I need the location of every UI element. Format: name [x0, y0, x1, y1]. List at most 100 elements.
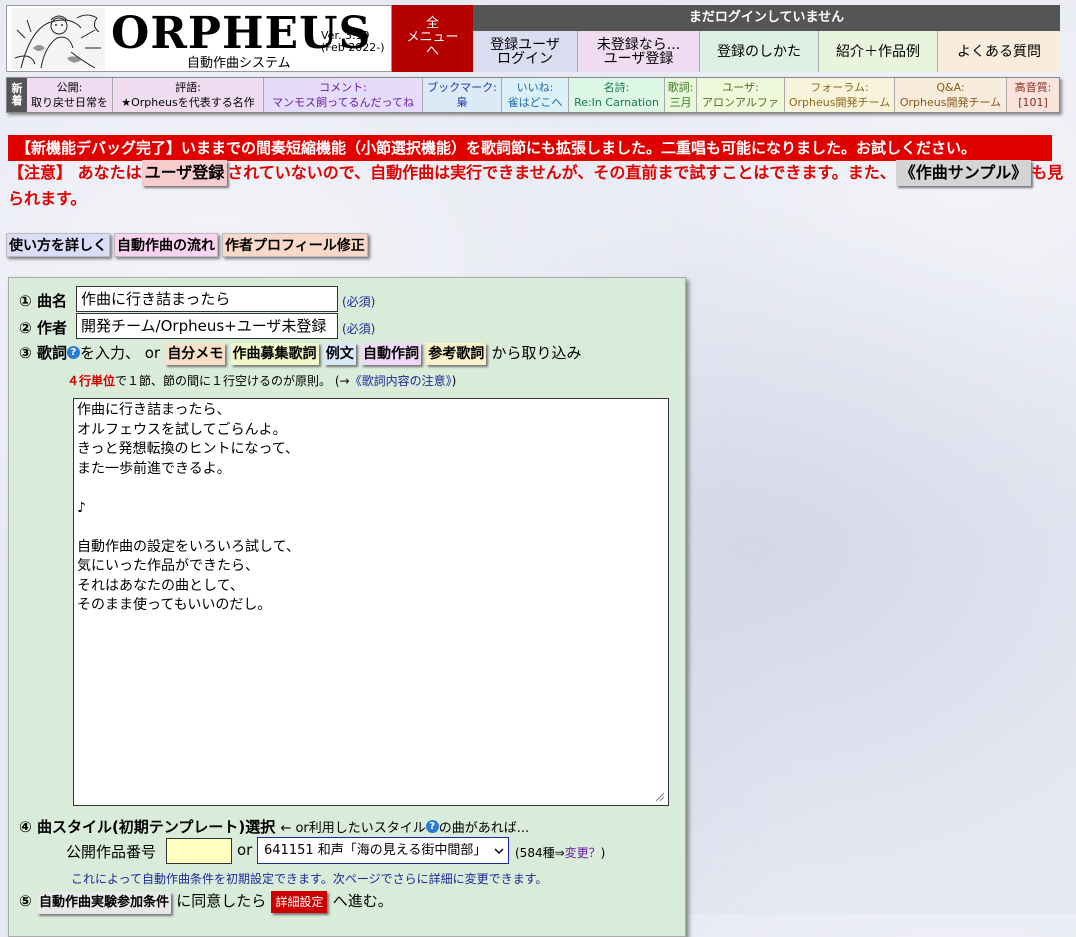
public-number-input[interactable]: [166, 838, 232, 864]
lyrics-row: ③ 歌詞? を入力、 or 自分メモ 作曲募集歌詞 例文 自動作詞 参考歌詞 から…: [19, 342, 582, 365]
nav-item-hq[interactable]: 高音質: [101]: [1007, 78, 1059, 112]
or-label: or: [237, 841, 253, 859]
nav-item-forum[interactable]: フォーラム: Orpheus開発チーム: [785, 78, 895, 112]
logo-subtitle: 自動作曲システム: [187, 56, 291, 71]
detail-settings-button[interactable]: 詳細設定: [271, 891, 328, 913]
nav-item-head: Q&A:: [936, 81, 965, 94]
help-buttons: 使い方を詳しく 自動作曲の流れ 作者プロフィール修正: [6, 233, 368, 257]
lyrics-label: 歌詞: [36, 344, 67, 362]
composition-flow-button[interactable]: 自動作曲の流れ: [114, 233, 218, 257]
version-info: Ver. 3.19 (Feb 2022-): [321, 30, 385, 54]
author-input[interactable]: 開発チーム/Orpheus+ユーザ未登録: [76, 313, 338, 339]
orpheus-illustration-icon: [11, 8, 105, 70]
notice-prefix: 【注意】 あなたは: [8, 163, 142, 182]
usage-detail-button[interactable]: 使い方を詳しく: [6, 233, 110, 257]
agree-text: に同意したら: [176, 892, 267, 910]
notice-text: 【注意】 あなたは ユーザ登録 されていないので、自動作曲は実行できませんが、その直…: [8, 160, 1070, 212]
news-label: 新 着: [7, 78, 27, 112]
import-suffix: から取り込み: [491, 344, 582, 362]
example-button[interactable]: 例文: [323, 343, 356, 365]
all-menu-button[interactable]: 全 メニュー へ: [392, 5, 473, 72]
step-number: ④: [19, 818, 32, 836]
nav-item-text: アロンアルファ: [702, 96, 779, 109]
step-number: ③: [19, 344, 32, 362]
step-number: ⑤: [19, 892, 32, 910]
nav-item-user[interactable]: ユーザ: アロンアルファ: [697, 78, 785, 112]
style-change-link[interactable]: 変更？: [565, 846, 601, 860]
resize-handle-icon[interactable]: [653, 790, 665, 802]
site-header: ORPHEUS 自動作曲システム Ver. 3.19 (Feb 2022-) 全…: [6, 5, 1060, 72]
nav-item-head: 評語:: [175, 81, 201, 94]
title-label: 曲名: [36, 292, 67, 310]
style-count-end: ): [600, 846, 606, 860]
nav-item-poem[interactable]: 名詩: Re:In Carnation: [569, 78, 665, 112]
nav-item-head: いいね:: [516, 81, 554, 94]
nav-item-head: ユーザ:: [722, 81, 759, 94]
style-note: これによって自動作曲条件を初期設定できます。次ページでさらに詳細に変更できます。: [71, 872, 548, 886]
sample-link[interactable]: 《作曲サンプル》: [895, 160, 1032, 186]
agree-end: へ進む。: [332, 892, 393, 910]
public-no-label: 公開作品番号: [66, 843, 157, 861]
step-number: ①: [19, 292, 32, 310]
reference-lyrics-button[interactable]: 参考歌詞: [426, 343, 487, 365]
how-to-register-button[interactable]: 登録のしかた: [700, 31, 819, 72]
logo[interactable]: ORPHEUS 自動作曲システム Ver. 3.19 (Feb 2022-): [6, 5, 392, 72]
login-status: まだログインしていません: [473, 5, 1060, 31]
notice-middle: されていないので、自動作曲は実行できませんが、その直前まで試すことはできます。ま…: [227, 163, 896, 182]
nav-item-text: Re:In Carnation: [574, 96, 659, 109]
nav-item-review[interactable]: 評語: ★Orpheusを代表する名作: [113, 78, 264, 112]
nav-item-text: 梟: [456, 96, 468, 109]
profile-edit-button[interactable]: 作者プロフィール修正: [222, 233, 368, 257]
intro-examples-button[interactable]: 紹介＋作品例: [819, 31, 938, 72]
author-label: 作者: [36, 319, 67, 337]
required-mark: (必須): [342, 295, 376, 309]
title-input[interactable]: 作曲に行き詰まったら: [76, 286, 338, 312]
lyrics-textarea[interactable]: 作曲に行き詰まったら、 オルフェウスを試してごらんよ。 きっと発想転換のヒントに…: [73, 398, 669, 806]
faq-button[interactable]: よくある質問: [938, 31, 1060, 72]
required-mark: (必須): [342, 322, 376, 336]
agree-row: ⑤ 自動作曲実験参加条件 に同意したら 詳細設定 へ進む。: [19, 890, 393, 914]
nav-item-text: 三月: [669, 96, 692, 109]
style-row: ④ 曲スタイル(初期テンプレート)選択 ← or利用したいスタイル? の曲があれば…: [19, 816, 529, 837]
nav-item-lyrics[interactable]: 歌詞: 三月: [665, 78, 697, 112]
auto-lyrics-button[interactable]: 自動作詞: [361, 343, 422, 365]
login-button[interactable]: 登録ユーザ ログイン: [473, 31, 578, 72]
nav-item-text: Orpheus開発チーム: [788, 96, 891, 109]
nav-item-text: 雀はどこへ: [507, 96, 563, 109]
top-buttons: 登録ユーザ ログイン 未登録なら... ユーザ登録 登録のしかた 紹介＋作品例 …: [473, 31, 1060, 72]
help-icon[interactable]: ?: [66, 346, 80, 359]
chevron-down-icon: [494, 848, 504, 855]
version-date: (Feb 2022-): [321, 41, 385, 54]
nav-item-comment[interactable]: コメント: マンモス飼ってるんだってね: [264, 78, 423, 112]
my-memo-button[interactable]: 自分メモ: [165, 343, 226, 365]
nav-item-head: 歌詞:: [667, 81, 694, 94]
composition-form: ① 曲名 作曲に行き詰まったら (必須) ② 作者 開発チーム/Orpheus+…: [8, 277, 686, 937]
nav-item-text: ★Orpheusを代表する名作: [121, 96, 255, 109]
hint-emphasis: ４行単位: [67, 374, 116, 388]
nav-item-like[interactable]: いいね: 雀はどこへ: [502, 78, 569, 112]
nav-item-text: 取り戻せ日常を: [31, 96, 108, 109]
nav-item-head: フォーラム:: [810, 81, 869, 94]
help-icon[interactable]: ?: [425, 820, 439, 833]
style-count-text: (584種⇒: [515, 846, 565, 860]
lyrics-caution-link[interactable]: 《歌詞内容の注意》: [350, 374, 452, 388]
agreement-link[interactable]: 自動作曲実験参加条件: [36, 892, 171, 914]
register-button[interactable]: 未登録なら... ユーザ登録: [578, 31, 700, 72]
nav-item-head: 名詩:: [603, 81, 630, 94]
nav-item-bookmark[interactable]: ブックマーク: 梟: [423, 78, 502, 112]
author-row: ② 作者: [19, 317, 67, 338]
style-select[interactable]: 641151 和声「海の見える街中間部」: [257, 837, 509, 864]
style-text: ← or利用したいスタイル: [280, 821, 426, 836]
nav-item-qa[interactable]: Q&A: Orpheus開発チーム: [895, 78, 1007, 112]
nav-item-public[interactable]: 公開: 取り戻せ日常を: [27, 78, 113, 112]
title-row: ① 曲名: [19, 290, 67, 311]
nav-item-head: ブックマーク:: [427, 81, 497, 94]
user-register-link[interactable]: ユーザ登録: [141, 160, 228, 186]
style-label: 曲スタイル(初期テンプレート)選択: [36, 818, 276, 836]
lyrics-hint: ４行単位で１節、節の間に１行空けるのが原則。 (→《歌詞内容の注意》): [67, 372, 456, 389]
nav-item-head: 高音質:: [1014, 81, 1052, 94]
recruit-lyrics-button[interactable]: 作曲募集歌詞: [230, 343, 319, 365]
lyrics-input-text: を入力、 or: [79, 344, 161, 362]
style-count: (584種⇒変更？): [515, 844, 605, 861]
news-nav: 新 着 公開: 取り戻せ日常を 評語: ★Orpheusを代表する名作 コメント: マ…: [6, 77, 1060, 113]
